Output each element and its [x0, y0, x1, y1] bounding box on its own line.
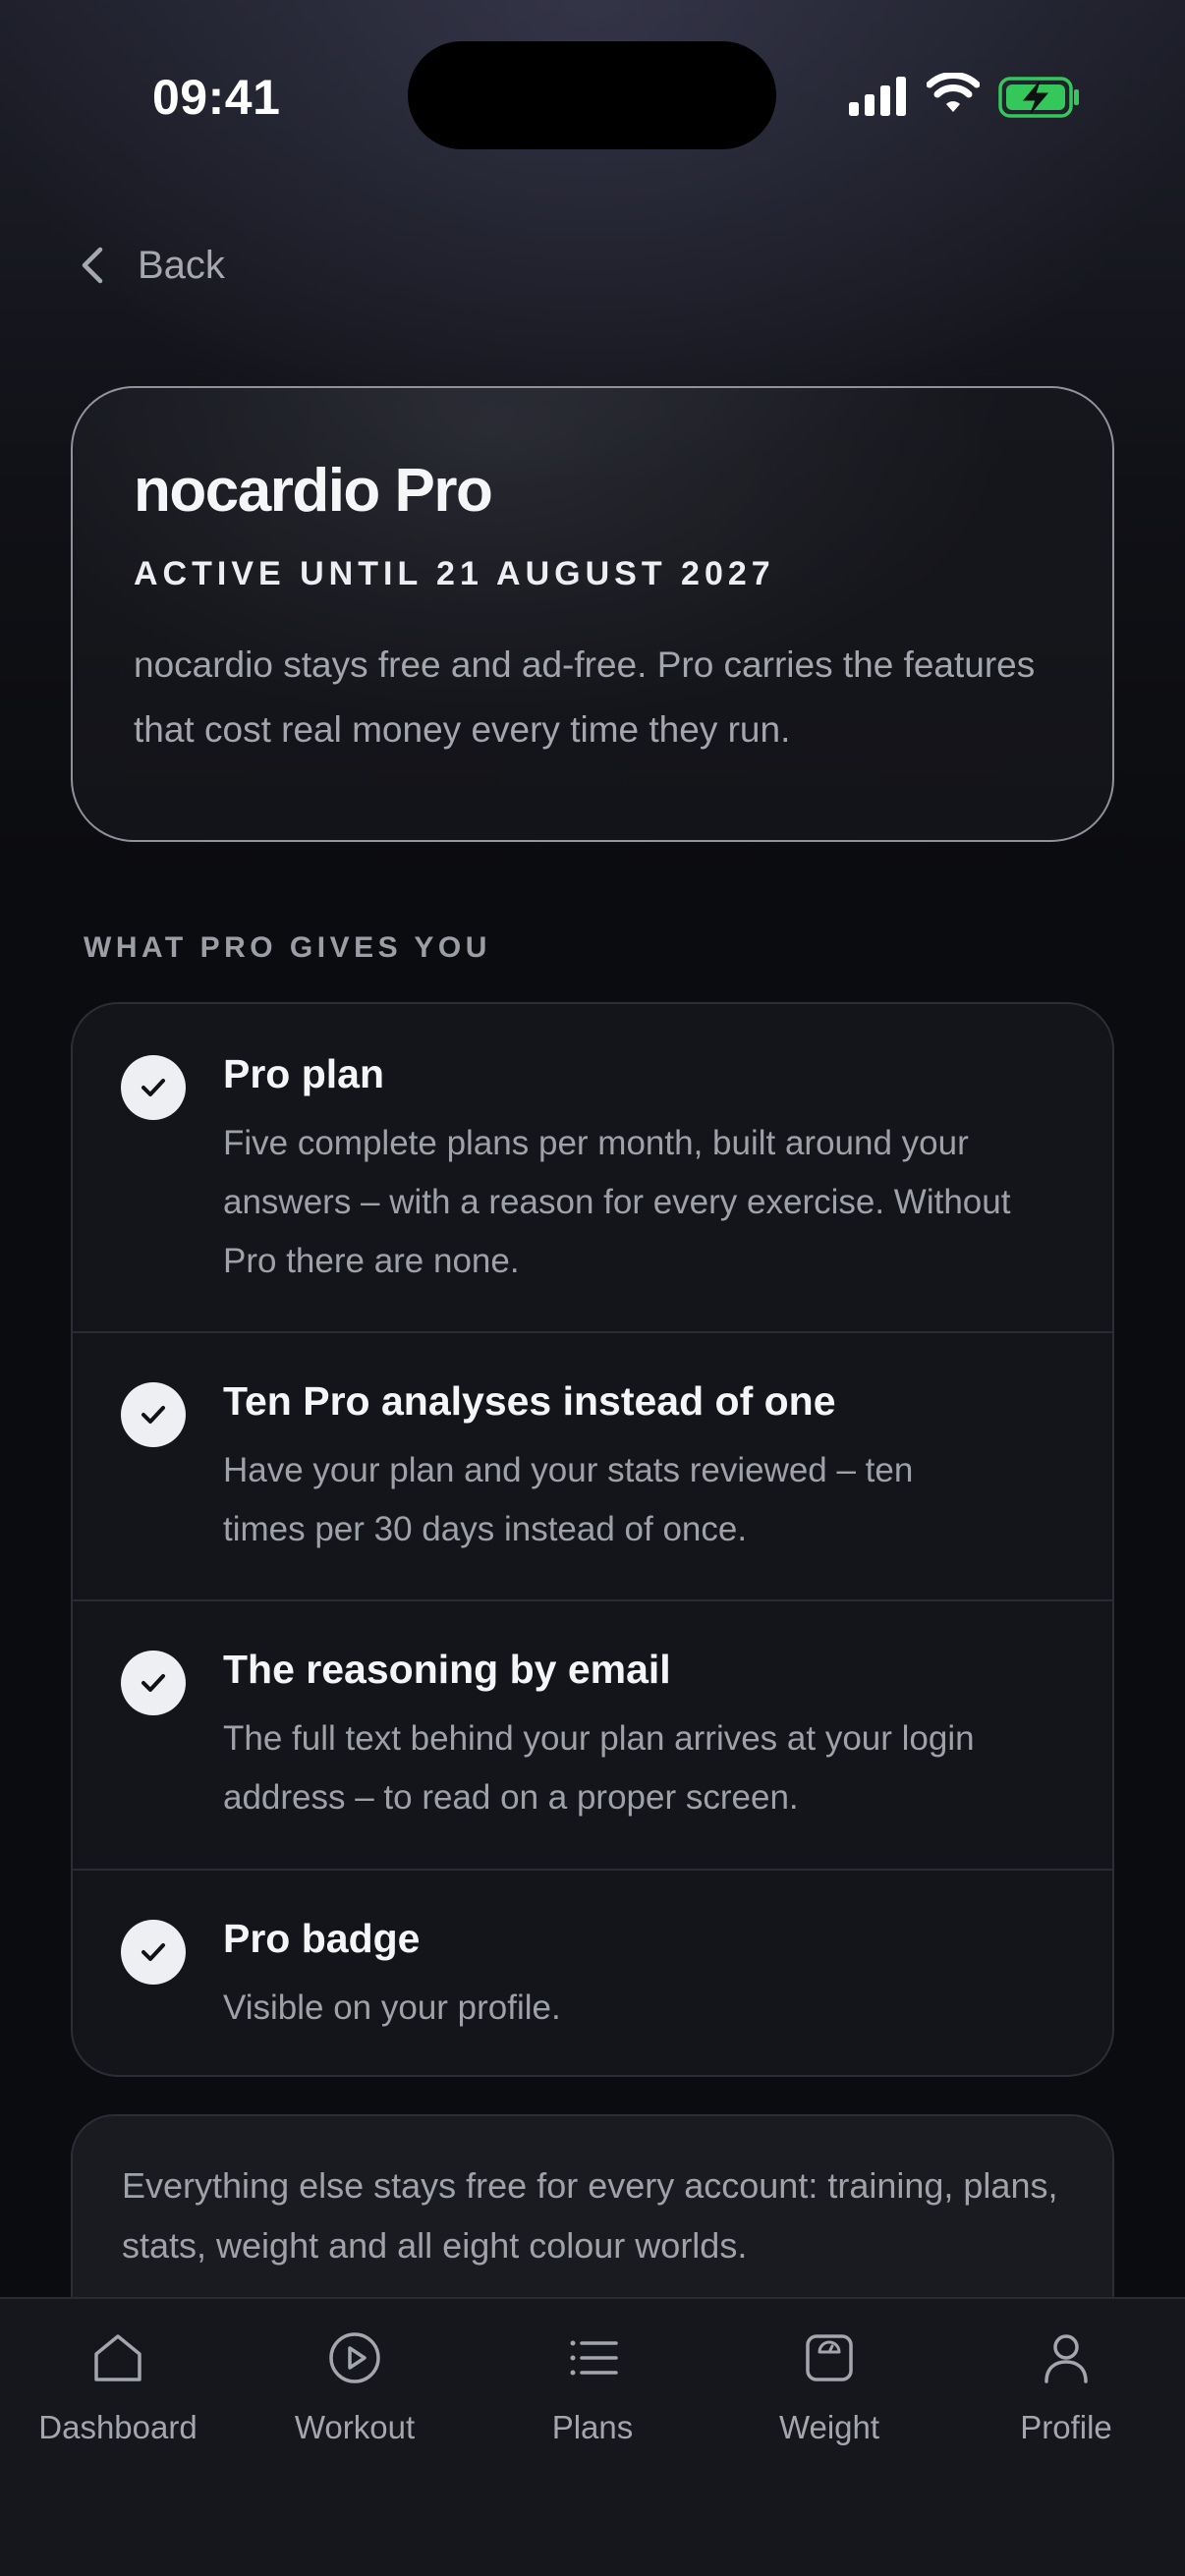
feature-title: Pro badge — [223, 1916, 421, 1961]
dynamic-island — [408, 41, 776, 149]
note-text: Everything else stays free for every acc… — [122, 2165, 1058, 2266]
subscription-status: ACTIVE UNTIL 21 AUGUST 2027 — [134, 555, 775, 592]
status-time: 09:41 — [152, 70, 281, 125]
check-icon — [121, 1920, 186, 1985]
person-icon — [1044, 2334, 1088, 2383]
cellular-signal-icon — [849, 77, 906, 116]
wifi-icon — [927, 73, 980, 112]
tab-bar: Dashboard Workout Plans Weight Profile — [0, 2297, 1185, 2576]
tab-label: Weight — [778, 2409, 880, 2445]
section-heading: WHAT PRO GIVES YOU — [84, 931, 491, 964]
feature-title: Ten Pro analyses instead of one — [223, 1378, 836, 1424]
tab-workout[interactable]: Workout — [237, 2328, 473, 2446]
pro-screen: 09:41 Back nocardio Pro ACTIVE UNTIL 21 — [0, 0, 1185, 2576]
feature-item: Pro plan Five complete plans per month, … — [73, 1004, 1112, 1333]
play-icon — [329, 2332, 380, 2383]
chevron-left-icon — [82, 247, 103, 284]
tab-label: Dashboard — [38, 2409, 198, 2445]
feature-item: Ten Pro analyses instead of one Have you… — [73, 1333, 1112, 1601]
tab-weight[interactable]: Weight — [711, 2328, 947, 2446]
back-button[interactable]: Back — [77, 236, 225, 295]
feature-description: Five complete plans per month, built aro… — [223, 1124, 1011, 1280]
feature-description: Have your plan and your stats reviewed –… — [223, 1451, 914, 1548]
tab-plans[interactable]: Plans — [475, 2328, 710, 2446]
feature-description: The full text behind your plan arrives a… — [223, 1719, 975, 1817]
pro-features-list: Pro plan Five complete plans per month, … — [71, 1002, 1114, 2077]
tab-label: Profile — [1020, 2409, 1112, 2445]
check-icon — [121, 1055, 186, 1120]
battery-charging-icon — [998, 77, 1079, 118]
check-icon — [121, 1651, 186, 1715]
tab-dashboard[interactable]: Dashboard — [0, 2328, 236, 2446]
check-icon — [121, 1382, 186, 1447]
back-label: Back — [138, 243, 225, 287]
feature-item: The reasoning by email The full text beh… — [73, 1601, 1112, 1871]
pro-description: nocardio stays free and ad-free. Pro car… — [134, 644, 1036, 750]
status-bar: 09:41 — [0, 0, 1185, 187]
tab-label: Workout — [294, 2409, 416, 2445]
scale-icon — [806, 2334, 853, 2381]
feature-title: Pro plan — [223, 1051, 385, 1096]
home-icon — [94, 2334, 141, 2381]
list-icon — [570, 2340, 618, 2376]
pro-title: nocardio Pro — [134, 457, 493, 525]
tab-label: Plans — [551, 2409, 634, 2445]
feature-title: The reasoning by email — [223, 1647, 671, 1692]
tab-profile[interactable]: Profile — [948, 2328, 1184, 2446]
pro-status-card: nocardio Pro ACTIVE UNTIL 21 AUGUST 2027… — [71, 386, 1114, 842]
feature-description: Visible on your profile. — [223, 1988, 561, 2027]
feature-item: Pro badge Visible on your profile. — [73, 1871, 1112, 2075]
